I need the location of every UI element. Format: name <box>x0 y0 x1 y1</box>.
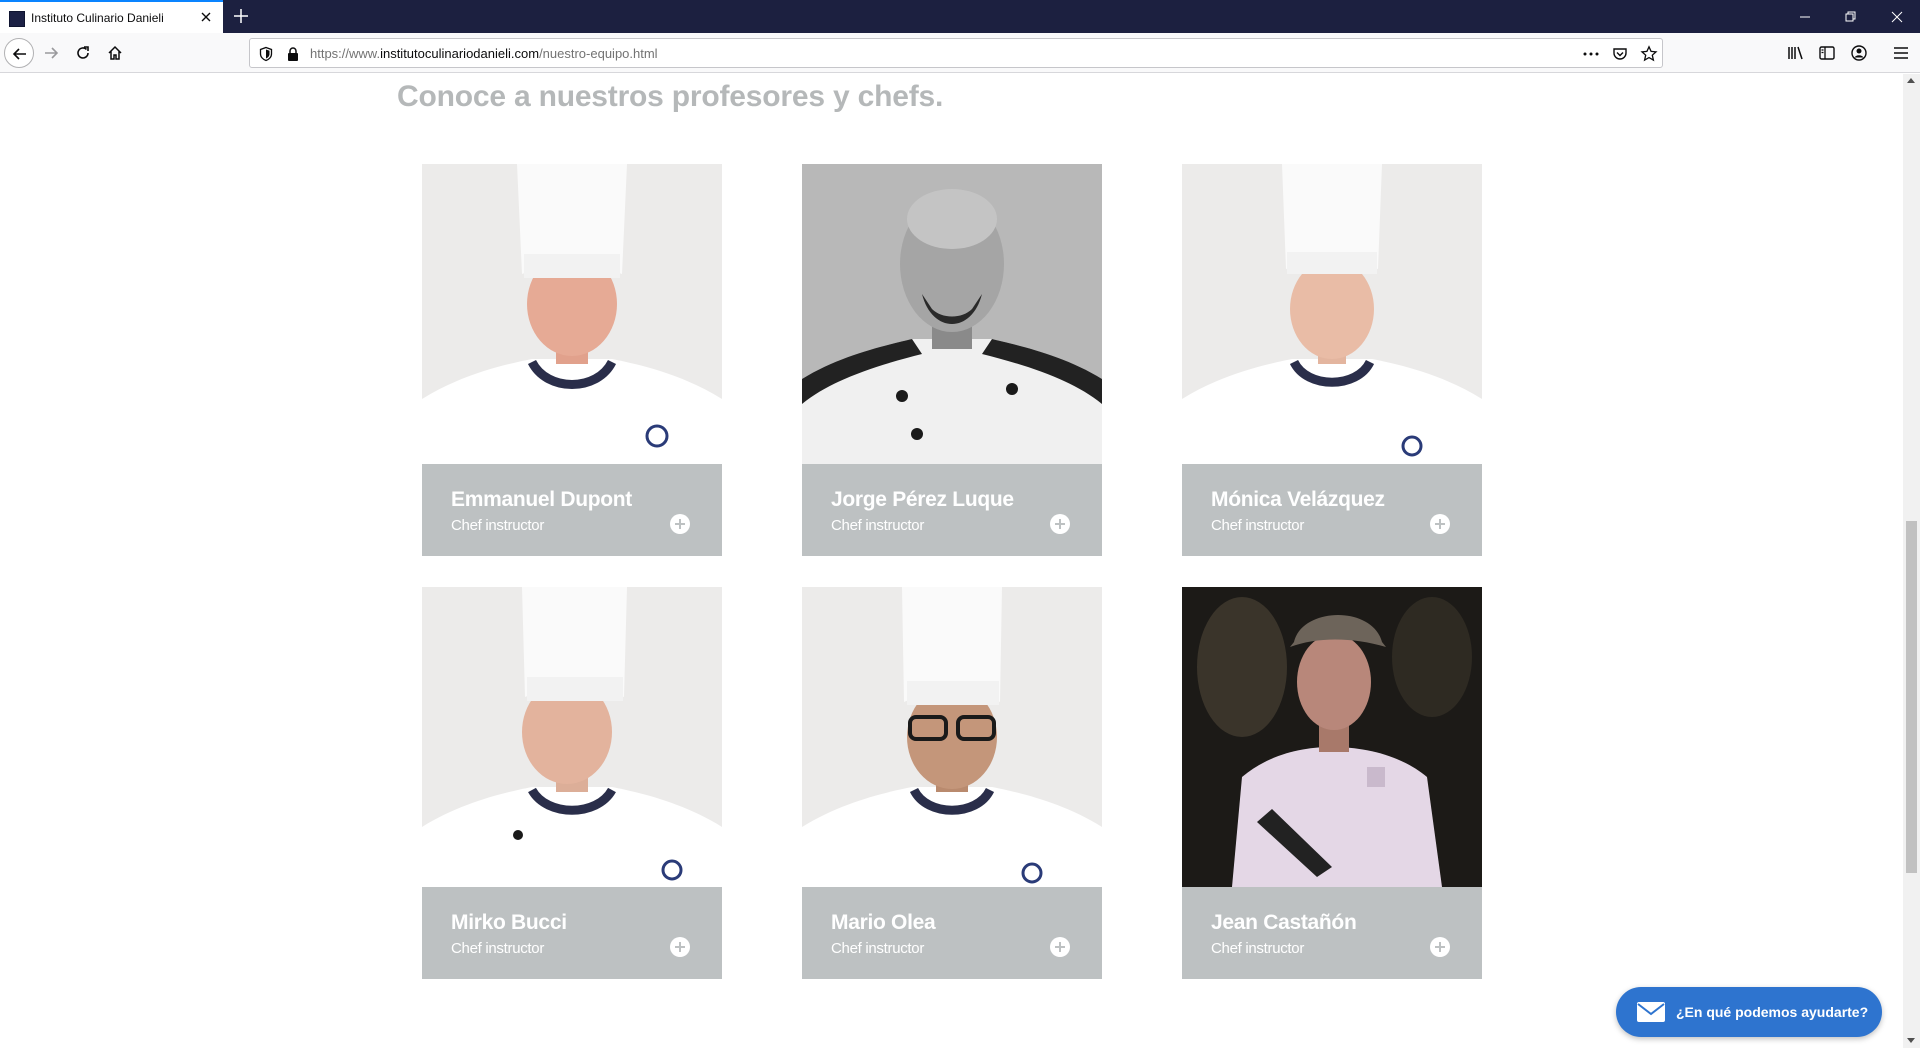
lock-icon[interactable] <box>286 46 300 62</box>
vertical-scrollbar[interactable] <box>1903 74 1920 1048</box>
help-chat-button[interactable]: ¿En qué podemos ayudarte? <box>1616 987 1882 1037</box>
close-window-icon[interactable] <box>1874 0 1920 33</box>
plus-icon[interactable] <box>230 5 252 27</box>
star-icon[interactable] <box>1640 45 1658 63</box>
plus-circle-icon[interactable] <box>1430 937 1450 957</box>
url-prefix: https://www. <box>310 46 381 61</box>
team-card[interactable]: Mario Olea Chef instructor <box>802 587 1102 979</box>
home-button[interactable] <box>100 38 130 68</box>
scrollbar-thumb[interactable] <box>1906 521 1917 873</box>
close-icon[interactable] <box>197 8 215 26</box>
chef-photo <box>802 587 1102 887</box>
url-domain: institutoculinariodanieli.com <box>380 46 540 61</box>
help-label: ¿En qué podemos ayudarte? <box>1676 1004 1869 1020</box>
back-button[interactable] <box>4 38 34 68</box>
team-card[interactable]: Jean Castañón Chef instructor <box>1182 587 1482 979</box>
chef-name: Jean Castañón <box>1211 911 1357 934</box>
chef-role: Chef instructor <box>1211 940 1305 957</box>
navigation-toolbar: https://www.institutoculinariodanieli.co… <box>0 33 1920 73</box>
team-card[interactable]: Mirko Bucci Chef instructor <box>422 587 722 979</box>
chef-photo <box>802 164 1102 464</box>
plus-circle-icon[interactable] <box>1430 514 1450 534</box>
forward-button[interactable] <box>36 38 66 68</box>
team-card[interactable]: Jorge Pérez Luque Chef instructor <box>802 164 1102 556</box>
chef-photo <box>422 587 722 887</box>
chef-role: Chef instructor <box>831 517 925 534</box>
chef-name: Emmanuel Dupont <box>451 488 633 511</box>
home-icon <box>108 45 122 60</box>
chef-photo <box>1182 587 1482 887</box>
shield-icon[interactable] <box>258 46 274 62</box>
page-content: Conoce a nuestros profesores y chefs. Em… <box>0 74 1903 1048</box>
reload-button[interactable] <box>68 38 98 68</box>
plus-circle-icon[interactable] <box>1050 937 1070 957</box>
page-heading: Conoce a nuestros profesores y chefs. <box>397 80 944 113</box>
chef-role: Chef instructor <box>451 517 545 534</box>
url-text[interactable]: https://www.institutoculinariodanieli.co… <box>310 46 658 61</box>
sidebar-icon[interactable] <box>1817 43 1837 63</box>
minimize-icon[interactable] <box>1782 0 1828 33</box>
mail-icon <box>1637 1002 1665 1022</box>
account-icon[interactable] <box>1849 43 1869 63</box>
chef-role: Chef instructor <box>451 940 545 957</box>
chef-photo <box>1182 164 1482 464</box>
back-arrow-icon <box>12 48 26 60</box>
more-icon[interactable] <box>1582 46 1600 62</box>
menu-icon[interactable] <box>1891 43 1911 63</box>
chef-name: Mirko Bucci <box>451 911 567 934</box>
address-bar[interactable]: https://www.institutoculinariodanieli.co… <box>249 38 1663 68</box>
chef-name: Mario Olea <box>831 911 936 934</box>
team-card[interactable]: Mónica Velázquez Chef instructor <box>1182 164 1482 556</box>
restore-icon[interactable] <box>1828 0 1874 33</box>
scroll-up-arrow-icon[interactable] <box>1907 78 1915 83</box>
library-icon[interactable] <box>1786 43 1806 63</box>
tab-title: Instituto Culinario Danieli <box>31 11 164 25</box>
browser-tab[interactable]: Instituto Culinario Danieli <box>0 0 223 33</box>
plus-circle-icon[interactable] <box>1050 514 1070 534</box>
team-card[interactable]: Emmanuel Dupont Chef instructor <box>422 164 722 556</box>
plus-circle-icon[interactable] <box>670 937 690 957</box>
forward-arrow-icon <box>45 47 59 59</box>
browser-titlebar: Instituto Culinario Danieli <box>0 0 1920 33</box>
pocket-icon[interactable] <box>1612 46 1628 62</box>
scroll-down-arrow-icon[interactable] <box>1907 1038 1915 1043</box>
chef-name: Mónica Velázquez <box>1211 488 1385 511</box>
plus-circle-icon[interactable] <box>670 514 690 534</box>
chef-name: Jorge Pérez Luque <box>831 488 1014 511</box>
chef-role: Chef instructor <box>1211 517 1305 534</box>
reload-icon <box>77 46 89 59</box>
site-favicon <box>9 11 25 27</box>
url-path: /nuestro-equipo.html <box>539 46 658 61</box>
chef-photo <box>422 164 722 464</box>
chef-role: Chef instructor <box>831 940 925 957</box>
